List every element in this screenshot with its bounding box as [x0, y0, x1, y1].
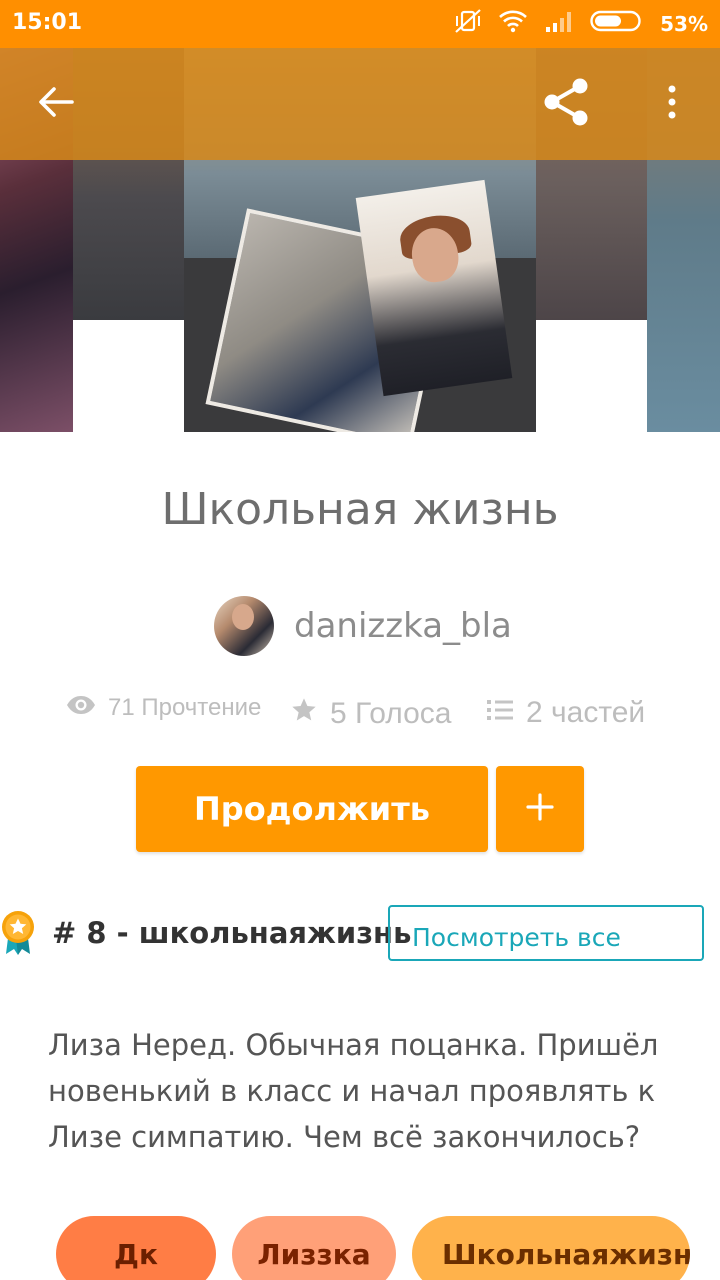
- battery-percent: 53%: [660, 11, 708, 36]
- vibrate-off-icon: [454, 8, 482, 39]
- status-time: 15:01: [12, 10, 83, 35]
- story-title: Школьная жизнь: [161, 484, 559, 535]
- votes-count: 5 Голоса: [330, 697, 452, 730]
- list-icon: [486, 696, 526, 730]
- app-bar: [0, 48, 720, 160]
- ranking-text: # 8 - школьнаяжизнь: [52, 916, 412, 950]
- plus-icon: [525, 792, 555, 827]
- more-options-button[interactable]: [646, 78, 698, 130]
- tag-chip[interactable]: Лиззка: [232, 1216, 396, 1280]
- votes-stat: 5 Голоса: [290, 696, 452, 732]
- share-button[interactable]: [540, 78, 592, 130]
- story-description: Лиза Неред. Обычная поцанка. Пришёл нове…: [48, 1028, 659, 1154]
- eye-icon: [66, 694, 108, 722]
- battery-icon: [590, 10, 644, 37]
- status-bar: 15:01 53%: [0, 0, 720, 48]
- reads-count: 71 Прочтение: [108, 694, 262, 721]
- parts-count: 2 частей: [526, 696, 646, 729]
- tag-chip[interactable]: Школьнаяжизнь: [412, 1216, 690, 1280]
- story-stats: 71 Прочтение 5 Голоса 2 частей: [66, 690, 666, 740]
- star-icon: [290, 696, 330, 732]
- author-row[interactable]: danizzka_bla: [214, 596, 512, 656]
- status-icons: 53%: [454, 8, 708, 39]
- tag-chip[interactable]: Дк: [56, 1216, 216, 1280]
- arrow-left-icon: [38, 86, 74, 123]
- more-vertical-icon: [666, 84, 678, 125]
- continue-reading-button[interactable]: Продолжить: [136, 766, 488, 852]
- share-icon: [541, 77, 591, 132]
- reads-stat: 71 Прочтение: [66, 694, 261, 722]
- avatar[interactable]: [214, 596, 274, 656]
- ranking-badge-icon: [0, 910, 36, 956]
- parts-stat: 2 частей: [486, 696, 645, 730]
- see-all-rankings-button[interactable]: Посмотреть все: [388, 905, 704, 961]
- add-to-library-button[interactable]: [496, 766, 584, 852]
- back-button[interactable]: [30, 78, 82, 130]
- signal-icon: [544, 9, 574, 38]
- author-name[interactable]: danizzka_bla: [294, 606, 512, 646]
- wifi-icon: [498, 9, 528, 38]
